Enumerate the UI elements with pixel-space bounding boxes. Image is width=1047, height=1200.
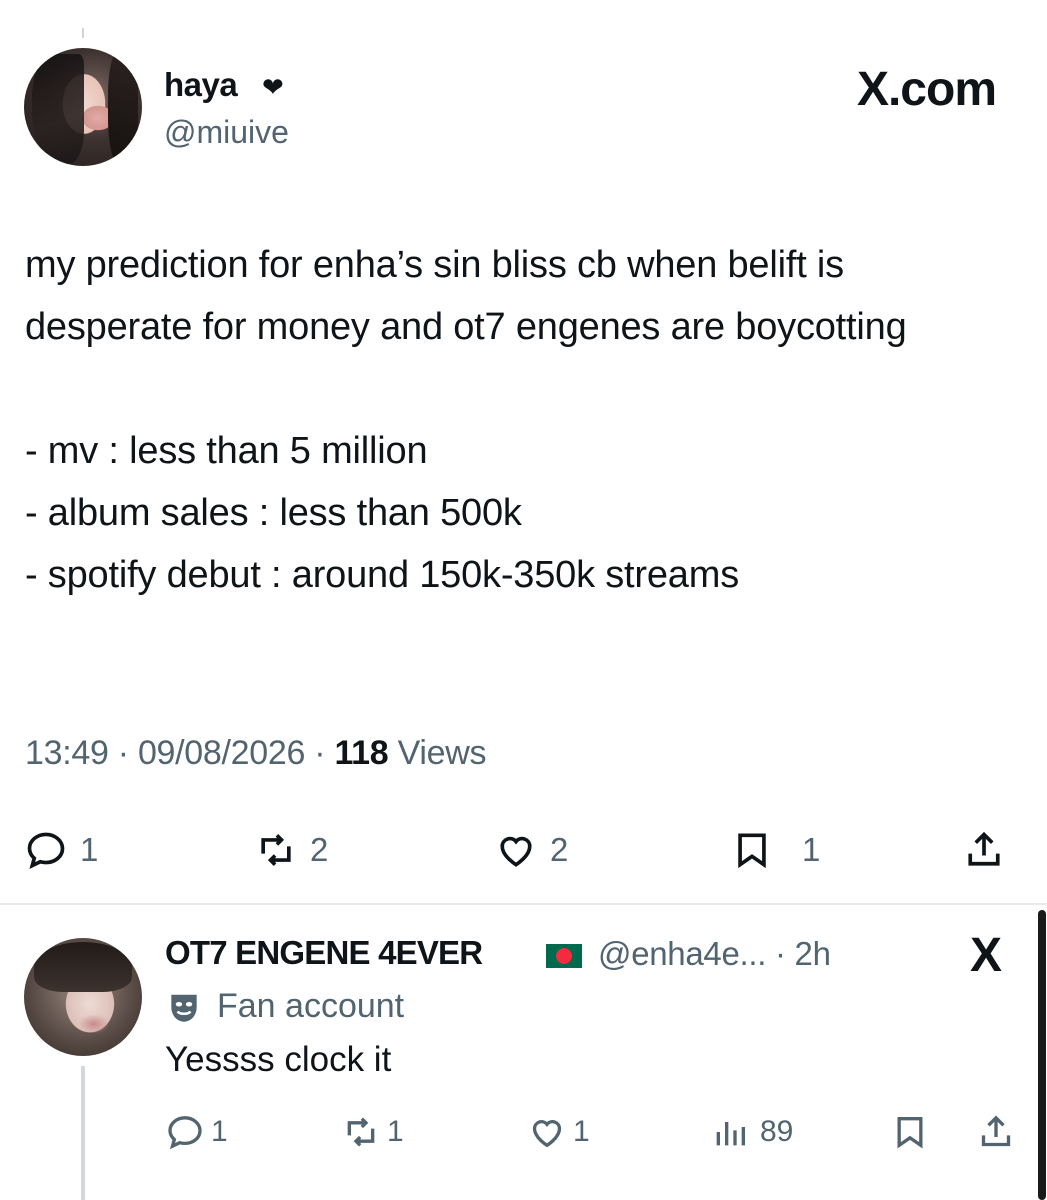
tweet-actions: 1 2 2 1	[0, 820, 1047, 880]
bangladesh-flag-icon	[546, 944, 582, 968]
x-logo-icon[interactable]: X	[970, 928, 1002, 983]
repost-button[interactable]: 2	[254, 820, 328, 880]
user-handle[interactable]: @miuive	[164, 114, 289, 151]
divider	[0, 903, 1047, 905]
reply-like-count: 1	[573, 1115, 590, 1148]
reply-bookmark-button[interactable]	[890, 1104, 930, 1160]
reply-avatar[interactable]	[24, 938, 142, 1056]
scrollbar[interactable]	[1038, 910, 1046, 1200]
top-edge-marker	[82, 28, 84, 38]
reply-actions: 1 1 1 89	[0, 1104, 1047, 1160]
reply-count: 1	[80, 831, 99, 868]
reply-handle-time[interactable]: @enha4e... · 2h	[598, 935, 831, 973]
like-count: 2	[550, 831, 569, 868]
tweet-header: haya ❤ @miuive X.com	[24, 48, 1024, 168]
heart-icon: ❤	[262, 72, 284, 102]
views-icon	[716, 1122, 745, 1146]
reply-like-button[interactable]: 1	[527, 1104, 590, 1160]
reply-button[interactable]: 1	[24, 820, 98, 880]
reply-views-count: 89	[760, 1115, 794, 1148]
bookmark-button[interactable]: 1	[730, 820, 820, 880]
bookmark-icon	[738, 833, 766, 869]
avatar[interactable]	[24, 48, 142, 166]
reply-repost-count: 1	[387, 1115, 404, 1148]
bookmark-icon	[897, 1117, 923, 1149]
bookmark-count: 1	[802, 831, 821, 868]
meta-separator: ·	[117, 734, 129, 772]
theater-mask-icon	[171, 994, 197, 1022]
reply-reply-count: 1	[211, 1115, 228, 1148]
meta-separator: ·	[314, 734, 326, 772]
reply-repost-button[interactable]: 1	[341, 1104, 404, 1160]
repost-icon	[347, 1117, 375, 1147]
like-icon	[500, 836, 532, 867]
account-label: Fan account	[217, 987, 405, 1025]
like-button[interactable]: 2	[494, 820, 568, 880]
views-label: Views	[397, 734, 487, 772]
share-button[interactable]	[962, 820, 1006, 880]
tweet-date[interactable]: 09/08/2026	[138, 734, 305, 772]
tweet-text: my prediction for enha’s sin bliss cb wh…	[25, 244, 907, 596]
reply-reply-button[interactable]: 1	[165, 1104, 228, 1160]
reply-icon	[168, 1116, 202, 1150]
like-icon	[532, 1120, 562, 1148]
reply-text: Yessss clock it	[165, 1040, 392, 1079]
repost-icon	[261, 834, 291, 866]
display-name[interactable]: haya	[164, 66, 238, 104]
tweet-time[interactable]: 13:49	[25, 734, 109, 772]
brand-logo-text: X.com	[856, 63, 997, 116]
share-icon	[981, 1115, 1011, 1147]
reply-icon	[27, 832, 65, 869]
tweet-meta: 13:49 · 09/08/2026 · 118 Views	[25, 734, 486, 773]
reply-display-name[interactable]: OT7 ENGENE 4EVER	[165, 934, 483, 972]
share-icon	[968, 831, 1000, 866]
repost-count: 2	[310, 831, 329, 868]
reply-share-button[interactable]	[976, 1104, 1016, 1160]
views-count: 118	[334, 734, 389, 772]
reply-views-button[interactable]: 89	[710, 1104, 793, 1160]
